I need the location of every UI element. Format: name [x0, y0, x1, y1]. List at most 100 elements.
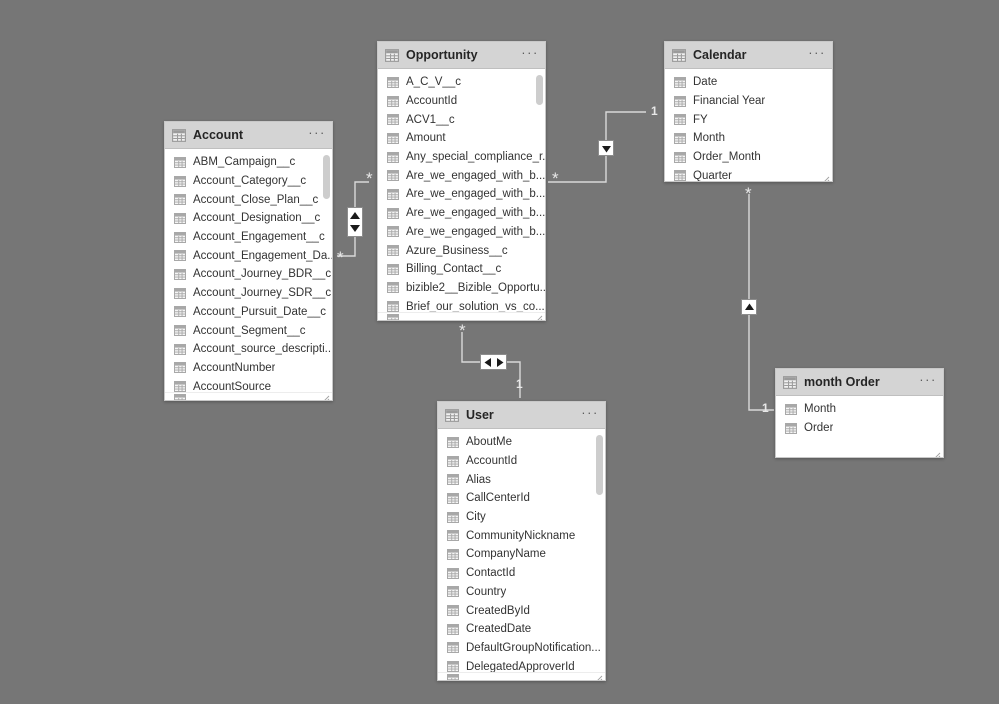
field-icon — [387, 188, 399, 200]
field-icon — [674, 132, 686, 144]
table-header-month-order[interactable]: month Order ··· — [776, 369, 943, 396]
table-card-account[interactable]: Account ··· ABM_Campaign__c Account_Categor… — [164, 121, 333, 401]
field-row[interactable]: CommunityNickname — [438, 526, 605, 545]
field-row[interactable]: Account_source_descripti... — [165, 340, 332, 359]
field-name: Account_Designation__c — [193, 212, 321, 225]
field-row[interactable]: AccountNumber — [165, 359, 332, 378]
field-row[interactable]: Are_we_engaged_with_b... — [378, 204, 545, 223]
field-row[interactable]: Account_Pursuit_Date__c — [165, 303, 332, 322]
cardinality-many-opportunity-user: * — [459, 321, 466, 340]
field-row[interactable]: Financial Year — [665, 92, 832, 111]
cardinality-many-opportunity-side: * — [337, 248, 344, 267]
table-header-user[interactable]: User ··· — [438, 402, 605, 429]
field-icon — [674, 170, 686, 181]
field-row[interactable]: Month — [665, 129, 832, 148]
field-name: Quarter — [693, 169, 732, 182]
field-icon — [447, 623, 459, 635]
field-row[interactable]: AccountId — [378, 92, 545, 111]
field-list-user[interactable]: AboutMe AccountId Alias CallCenterId City Com… — [438, 429, 605, 680]
field-row[interactable]: Date — [665, 73, 832, 92]
field-row[interactable]: Account_Close_Plan__c — [165, 190, 332, 209]
table-card-month-order[interactable]: month Order ··· Month Order — [775, 368, 944, 458]
field-row[interactable]: AboutMe — [438, 433, 605, 452]
field-row[interactable]: Alias — [438, 470, 605, 489]
ellipsis-icon[interactable]: ··· — [919, 373, 937, 390]
field-row[interactable]: ABM_Campaign__c — [165, 153, 332, 172]
field-icon — [674, 95, 686, 107]
cardinality-many-account-side: * — [366, 169, 373, 188]
table-card-opportunity[interactable]: Opportunity ··· A_C_V__c AccountId ACV1__c Am… — [377, 41, 546, 321]
field-row[interactable]: FY — [665, 110, 832, 129]
field-row[interactable]: Month — [776, 400, 943, 419]
field-icon — [387, 132, 399, 144]
field-row[interactable]: Account_Journey_SDR__c — [165, 284, 332, 303]
crossfilter-both-directions-icon-account-opportunity[interactable] — [347, 207, 363, 237]
vertical-scrollbar[interactable] — [596, 435, 603, 495]
vertical-scrollbar[interactable] — [536, 75, 543, 105]
crossfilter-both-directions-icon-opportunity-user[interactable] — [480, 354, 507, 370]
ellipsis-icon[interactable]: ··· — [581, 406, 599, 423]
field-row[interactable]: Account_Segment__c — [165, 321, 332, 340]
field-name: Amount — [406, 132, 446, 145]
crossfilter-single-direction-icon-opportunity-calendar[interactable] — [598, 140, 614, 156]
field-row[interactable]: CompanyName — [438, 545, 605, 564]
field-list-opportunity[interactable]: A_C_V__c AccountId ACV1__c Amount Any_specia… — [378, 69, 545, 320]
field-icon — [447, 674, 459, 680]
field-row[interactable]: bizible2__Bizible_Opportu... — [378, 279, 545, 298]
field-row[interactable]: Are_we_engaged_with_b... — [378, 166, 545, 185]
field-name: CallCenterId — [466, 492, 530, 505]
field-icon — [174, 212, 186, 224]
field-icon — [387, 314, 399, 320]
field-list-account[interactable]: ABM_Campaign__c Account_Category__c Accoun… — [165, 149, 332, 400]
field-row[interactable]: Order — [776, 419, 943, 438]
field-row[interactable]: ContactId — [438, 564, 605, 583]
field-row[interactable]: DefaultGroupNotification... — [438, 639, 605, 658]
ellipsis-icon[interactable]: ··· — [521, 46, 539, 63]
field-row[interactable]: Account_Designation__c — [165, 209, 332, 228]
ellipsis-icon[interactable]: ··· — [808, 46, 826, 63]
field-row[interactable]: Any_special_compliance_r... — [378, 148, 545, 167]
field-row[interactable]: Order_Month — [665, 148, 832, 167]
field-name: Month — [693, 132, 725, 145]
field-row[interactable]: Account_Engagement__c — [165, 228, 332, 247]
field-row[interactable]: Account_Engagement_Da... — [165, 246, 332, 265]
field-row[interactable]: ACV1__c — [378, 110, 545, 129]
field-name: Account_Segment__c — [193, 324, 306, 337]
field-name: Account_Engagement_Da... — [193, 249, 332, 262]
field-name: ContactId — [466, 567, 516, 580]
field-row[interactable]: Are_we_engaged_with_b... — [378, 185, 545, 204]
field-icon — [174, 381, 186, 393]
partial-field-row — [165, 392, 332, 400]
field-row[interactable]: Country — [438, 583, 605, 602]
table-header-account[interactable]: Account ··· — [165, 122, 332, 149]
field-icon — [174, 325, 186, 337]
table-header-opportunity[interactable]: Opportunity ··· — [378, 42, 545, 69]
field-row[interactable]: Account_Category__c — [165, 172, 332, 191]
field-list-calendar[interactable]: Date Financial Year FY Month Order_Month Quar… — [665, 69, 832, 182]
field-list-month-order[interactable]: Month Order — [776, 396, 943, 457]
field-row[interactable]: Azure_Business__c — [378, 241, 545, 260]
field-row[interactable]: CallCenterId — [438, 489, 605, 508]
field-name: CreatedDate — [466, 623, 532, 636]
field-row[interactable]: Billing_Contact__c — [378, 260, 545, 279]
field-row[interactable]: Account_Journey_BDR__c — [165, 265, 332, 284]
model-view-canvas[interactable]: * * * 1 * 1 * 1 Account ··· ABM_Campaign__… — [0, 0, 999, 704]
field-row[interactable]: AccountId — [438, 452, 605, 471]
table-card-calendar[interactable]: Calendar ··· Date Financial Year FY Month Orde… — [664, 41, 833, 182]
field-name: Account_source_descripti... — [193, 343, 332, 356]
field-row[interactable]: A_C_V__c — [378, 73, 545, 92]
field-row[interactable]: Amount — [378, 129, 545, 148]
field-row[interactable]: Quarter — [665, 166, 832, 182]
crossfilter-single-direction-icon-calendar-month-order[interactable] — [741, 299, 757, 315]
field-icon — [174, 394, 186, 400]
field-row[interactable]: City — [438, 508, 605, 527]
field-name: Brief_our_solution_vs_co... — [406, 300, 545, 313]
field-row[interactable]: CreatedById — [438, 601, 605, 620]
table-name: month Order — [804, 375, 880, 389]
ellipsis-icon[interactable]: ··· — [308, 126, 326, 143]
table-card-user[interactable]: User ··· AboutMe AccountId Alias CallCenterId… — [437, 401, 606, 681]
vertical-scrollbar[interactable] — [323, 155, 330, 199]
table-header-calendar[interactable]: Calendar ··· — [665, 42, 832, 69]
field-row[interactable]: Are_we_engaged_with_b... — [378, 223, 545, 242]
field-row[interactable]: CreatedDate — [438, 620, 605, 639]
